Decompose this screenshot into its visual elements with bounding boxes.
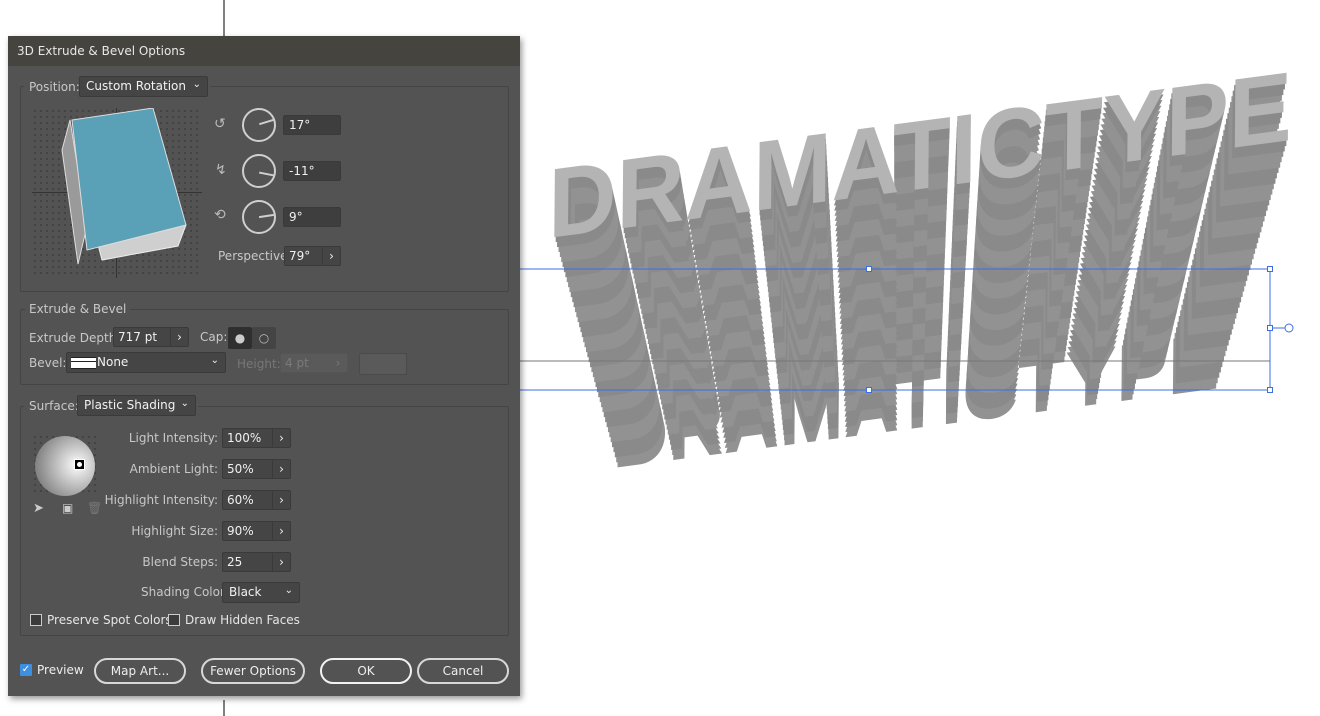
chevron-right-icon[interactable]: › [272,491,290,509]
surface-label: Surface: [29,399,79,413]
surface-dropdown[interactable]: Plastic Shading ⌄ [77,395,196,416]
z-rotation-input[interactable]: 9° [283,207,341,227]
perspective-stepper[interactable]: 79° › [284,246,341,266]
preserve-spot-colors-label[interactable]: Preserve Spot Colors [47,613,172,627]
ok-button[interactable]: OK [320,658,412,684]
surface-field-value: 60% [227,493,254,507]
z-axis-rotation-icon: ⟲ [214,207,226,223]
selection-handle [866,266,872,272]
surface-field-label: Highlight Size: [131,524,218,538]
cap-off-button[interactable]: ○ [252,327,276,349]
bevel-direction-buttons [359,353,407,375]
lighting-sphere[interactable] [35,436,95,496]
selection-handle [1267,266,1273,272]
bevel-label: Bevel: [29,356,67,370]
chevron-down-icon: ⌄ [192,79,201,90]
dialog-title: 3D Extrude & Bevel Options [8,36,520,66]
surface-field-stepper[interactable]: 25 › [222,552,291,572]
surface-field-value: 25 [227,555,243,569]
surface-field-stepper[interactable]: 90% › [222,521,291,541]
chevron-right-icon[interactable]: › [322,247,340,265]
surface-field-label: Ambient Light: [129,462,218,476]
extrude-depth-value: 717 pt [118,330,158,344]
x-rotation-dial[interactable] [242,108,276,142]
bevel-value: None [97,355,129,369]
chevron-down-icon: ⌄ [210,355,219,366]
preserve-spot-colors-checkbox[interactable] [30,614,42,626]
shading-color-value: Black [229,585,262,599]
extrude-bevel-heading: Extrude & Bevel [25,302,131,316]
chevron-right-icon: › [335,356,341,370]
height-label: Height: [237,357,281,371]
chevron-right-icon[interactable]: › [272,429,290,447]
draw-hidden-faces-checkbox[interactable] [168,614,180,626]
lighting-sphere-area[interactable] [32,434,98,496]
extrude-depth-label: Extrude Depth: [29,331,121,345]
rotation-handle [1284,323,1294,333]
rotation-track-cube[interactable] [32,108,202,278]
draw-hidden-faces-label[interactable]: Draw Hidden Faces [185,613,300,627]
extrude-depth-stepper[interactable]: 717 pt › [113,327,189,347]
surface-value: Plastic Shading [84,398,176,412]
3d-text-art[interactable]: DRAMATICTYPEDRAMATICTYPEDRAMATICTYPEDRAM… [548,51,1293,486]
cap-label: Cap: [200,330,228,344]
surface-field-label: Light Intensity: [128,431,218,445]
delete-light-icon: 🗑 [87,501,103,515]
shading-color-label: Shading Color: [141,585,229,599]
y-axis-rotation-icon: ↯ [215,162,227,178]
selection-handle [1267,325,1273,331]
height-value: 4 pt [285,356,309,370]
chevron-down-icon: ⌄ [284,585,293,596]
surface-field-label: Highlight Intensity: [104,493,218,507]
fewer-options-button[interactable]: Fewer Options [201,658,305,684]
position-dropdown[interactable]: Custom Rotation ⌄ [79,76,208,97]
position-value: Custom Rotation [86,79,186,93]
chevron-right-icon[interactable]: › [272,522,290,540]
surface-field-value: 50% [227,462,254,476]
new-light-icon[interactable]: ▣ [62,501,73,515]
perspective-value: 79° [289,249,311,263]
bevel-dropdown[interactable]: None ⌄ [66,352,226,373]
3d-extrude-bevel-dialog: 3D Extrude & Bevel Options Position: Cus… [8,36,520,696]
surface-field-value: 90% [227,524,254,538]
cube-front-face [71,108,187,251]
surface-field-stepper[interactable]: 100% › [222,428,291,448]
bevel-preview-icon [71,357,96,369]
y-rotation-dial[interactable] [242,154,276,188]
y-rotation-input[interactable]: -11° [283,161,341,181]
surface-field-label: Blend Steps: [142,555,218,569]
position-label: Position: [29,80,80,94]
chevron-right-icon[interactable]: › [272,460,290,478]
selection-handle [866,387,872,393]
selection-handle [1267,387,1273,393]
cancel-button[interactable]: Cancel [417,658,509,684]
surface-field-stepper[interactable]: 60% › [222,490,291,510]
chevron-down-icon: ⌄ [180,398,189,409]
chevron-right-icon[interactable]: › [170,328,188,346]
perspective-label: Perspective: [218,249,292,263]
height-stepper: 4 pt › [280,353,348,373]
preview-label[interactable]: Preview [37,663,84,677]
surface-field-value: 100% [227,431,262,445]
z-rotation-dial[interactable] [242,200,276,234]
cap-on-button[interactable]: ● [228,327,252,349]
x-rotation-input[interactable]: 17° [283,115,341,135]
move-light-back-icon[interactable]: ➤ [33,501,44,516]
map-art-button[interactable]: Map Art... [94,658,186,684]
light-source-handle[interactable] [74,459,85,470]
shading-color-dropdown[interactable]: Black ⌄ [222,582,300,603]
x-axis-rotation-icon: ↺ [214,116,226,132]
preview-checkbox[interactable]: ✓ [20,664,32,676]
chevron-right-icon[interactable]: › [272,553,290,571]
surface-field-stepper[interactable]: 50% › [222,459,291,479]
